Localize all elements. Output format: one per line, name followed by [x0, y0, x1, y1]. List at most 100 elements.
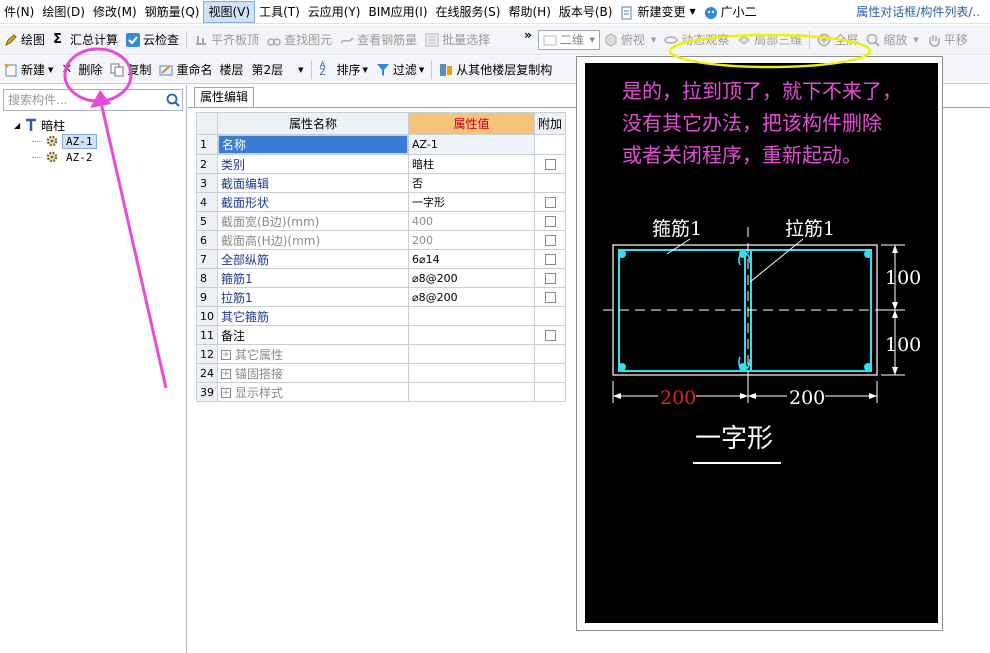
- menu-help[interactable]: 帮助(H): [504, 1, 554, 23]
- align-slab-top-button[interactable]: 平齐板顶: [190, 29, 263, 51]
- overflow-chevron-icon[interactable]: »: [524, 28, 532, 42]
- extra-checkbox[interactable]: [544, 273, 556, 284]
- floor-select[interactable]: 第2层 ▼: [246, 60, 308, 80]
- property-name-cell[interactable]: 其它箍筋: [217, 306, 409, 326]
- panel-toggle-text[interactable]: 属性对话框/构件列表/..: [856, 3, 990, 20]
- filter-button[interactable]: 过滤 ▼: [372, 59, 428, 81]
- search-input[interactable]: 搜索构件...: [3, 89, 183, 111]
- property-value-cell[interactable]: 6⌀14: [408, 249, 535, 269]
- rename-component-button[interactable]: 重命名: [155, 59, 216, 81]
- property-value-cell[interactable]: 否: [408, 173, 535, 193]
- property-value-cell[interactable]: 400: [408, 211, 535, 231]
- property-value-cell[interactable]: [408, 306, 535, 326]
- property-name-cell[interactable]: 全部纵筋: [217, 249, 409, 269]
- property-value-cell[interactable]: [408, 325, 535, 345]
- property-name-cell[interactable]: 截面宽(B边)(mm): [217, 211, 409, 231]
- menu-modify[interactable]: 修改(M): [89, 1, 141, 23]
- property-name-cell[interactable]: + 锚固搭接: [217, 363, 409, 383]
- expand-icon[interactable]: +: [221, 350, 231, 360]
- menu-draw[interactable]: 绘图(D): [38, 1, 89, 23]
- property-name-cell[interactable]: 截面高(H边)(mm): [217, 230, 409, 250]
- property-value-cell[interactable]: AZ-1: [408, 134, 535, 155]
- extra-checkbox[interactable]: [544, 292, 556, 303]
- pan-button[interactable]: 平移: [923, 29, 972, 51]
- property-name-cell[interactable]: 截面编辑: [217, 173, 409, 193]
- rename-icon: [159, 63, 173, 77]
- table-row[interactable]: 1 名称 AZ-1: [196, 134, 567, 155]
- menu-view[interactable]: 视图(V): [203, 0, 256, 23]
- menu-assistant[interactable]: 广小二: [700, 1, 761, 23]
- property-name-cell[interactable]: + 显示样式: [217, 382, 409, 402]
- search-icon[interactable]: [166, 93, 180, 110]
- summary-calc-button[interactable]: Σ 汇总计算: [49, 29, 122, 51]
- menu-cloud[interactable]: 云应用(Y): [304, 1, 365, 23]
- menu-online-service[interactable]: 在线服务(S): [432, 1, 505, 23]
- property-name-cell[interactable]: 截面形状: [217, 192, 409, 212]
- property-value-cell[interactable]: [408, 363, 535, 383]
- tree-item[interactable]: AZ-2: [14, 149, 97, 165]
- local-3d-button[interactable]: 局部三维: [733, 29, 806, 51]
- property-value-cell[interactable]: 暗柱: [408, 154, 535, 174]
- table-row[interactable]: 39 + 显示样式: [196, 382, 567, 402]
- table-row[interactable]: 4 截面形状 一字形: [196, 192, 567, 212]
- batch-select-button[interactable]: 批量选择: [421, 29, 494, 51]
- tab-property-edit[interactable]: 属性编辑: [194, 87, 255, 107]
- fullscreen-button[interactable]: 全屏: [813, 29, 862, 51]
- menu-tools[interactable]: 工具(T): [255, 1, 304, 23]
- menu-version[interactable]: 版本号(B): [555, 1, 617, 23]
- new-component-button[interactable]: 新建 ▼: [0, 59, 57, 81]
- copy-from-floor-button[interactable]: 从其他楼层复制构: [435, 59, 556, 81]
- table-row[interactable]: 10 其它箍筋: [196, 306, 567, 326]
- table-row[interactable]: 5 截面宽(B边)(mm) 400: [196, 211, 567, 231]
- sort-button[interactable]: A Z 排序 ▼: [315, 59, 371, 81]
- property-value-cell[interactable]: ⌀8@200: [408, 268, 535, 288]
- table-row[interactable]: 3 截面编辑 否: [196, 173, 567, 193]
- answer-line: 没有其它办法，把该构件删除: [622, 111, 882, 135]
- view-rebar-button[interactable]: 查看钢筋量: [336, 29, 421, 51]
- tree-item[interactable]: AZ-1: [14, 133, 97, 149]
- top-view-button[interactable]: 俯视 ▼: [600, 29, 660, 51]
- menu-file[interactable]: 件(N): [0, 1, 38, 23]
- collapse-icon[interactable]: ◢: [14, 121, 20, 130]
- view-mode-select[interactable]: 二维 ▼: [537, 29, 600, 50]
- table-row[interactable]: 2 类别 暗柱: [196, 154, 567, 174]
- table-row[interactable]: 24 + 锚固搭接: [196, 363, 567, 383]
- table-row[interactable]: 6 截面高(H边)(mm) 200: [196, 230, 567, 250]
- table-row[interactable]: 11 备注: [196, 325, 567, 345]
- table-row[interactable]: 8 箍筋1 ⌀8@200: [196, 268, 567, 288]
- expand-icon[interactable]: +: [221, 388, 231, 398]
- property-value-cell[interactable]: 一字形: [408, 192, 535, 212]
- property-name-cell[interactable]: + 其它属性: [217, 344, 409, 364]
- extra-checkbox[interactable]: [544, 197, 556, 208]
- property-name-cell[interactable]: 名称: [218, 135, 408, 154]
- property-value-cell[interactable]: 200: [408, 230, 535, 250]
- extra-checkbox[interactable]: [544, 235, 556, 246]
- menu-new-change[interactable]: 新建变更 ▼: [616, 1, 699, 23]
- extra-checkbox-cell: [533, 211, 567, 231]
- extra-checkbox[interactable]: [544, 159, 556, 170]
- find-element-button[interactable]: 查找图元: [263, 29, 336, 51]
- property-value-cell[interactable]: ⌀8@200: [408, 287, 535, 307]
- property-name-cell[interactable]: 箍筋1: [217, 268, 409, 288]
- property-name-cell[interactable]: 类别: [217, 154, 409, 174]
- tree-root[interactable]: ◢ 暗柱: [14, 117, 97, 133]
- menu-bim[interactable]: BIM应用(I): [364, 1, 431, 23]
- extra-checkbox[interactable]: [544, 254, 556, 265]
- delete-component-button[interactable]: ✕ 删除: [57, 59, 106, 81]
- table-row[interactable]: 9 拉筋1 ⌀8@200: [196, 287, 567, 307]
- extra-checkbox[interactable]: [544, 216, 556, 227]
- dynamic-observe-button[interactable]: 动态观察: [660, 29, 733, 51]
- extra-checkbox[interactable]: [544, 330, 556, 341]
- cloud-check-button[interactable]: 云检查: [122, 29, 183, 51]
- expand-icon[interactable]: +: [221, 369, 231, 379]
- property-name-cell[interactable]: 拉筋1: [217, 287, 409, 307]
- property-value-cell[interactable]: [408, 382, 535, 402]
- zoom-button[interactable]: 缩放 ▼: [862, 29, 922, 51]
- property-value-cell[interactable]: [408, 344, 535, 364]
- draw-button[interactable]: 绘图: [0, 29, 49, 51]
- copy-component-button[interactable]: 复制: [106, 59, 155, 81]
- menu-rebar-quantity[interactable]: 钢筋量(Q): [141, 1, 204, 23]
- table-row[interactable]: 12 + 其它属性: [196, 344, 567, 364]
- table-row[interactable]: 7 全部纵筋 6⌀14: [196, 249, 567, 269]
- property-name-cell[interactable]: 备注: [217, 325, 409, 345]
